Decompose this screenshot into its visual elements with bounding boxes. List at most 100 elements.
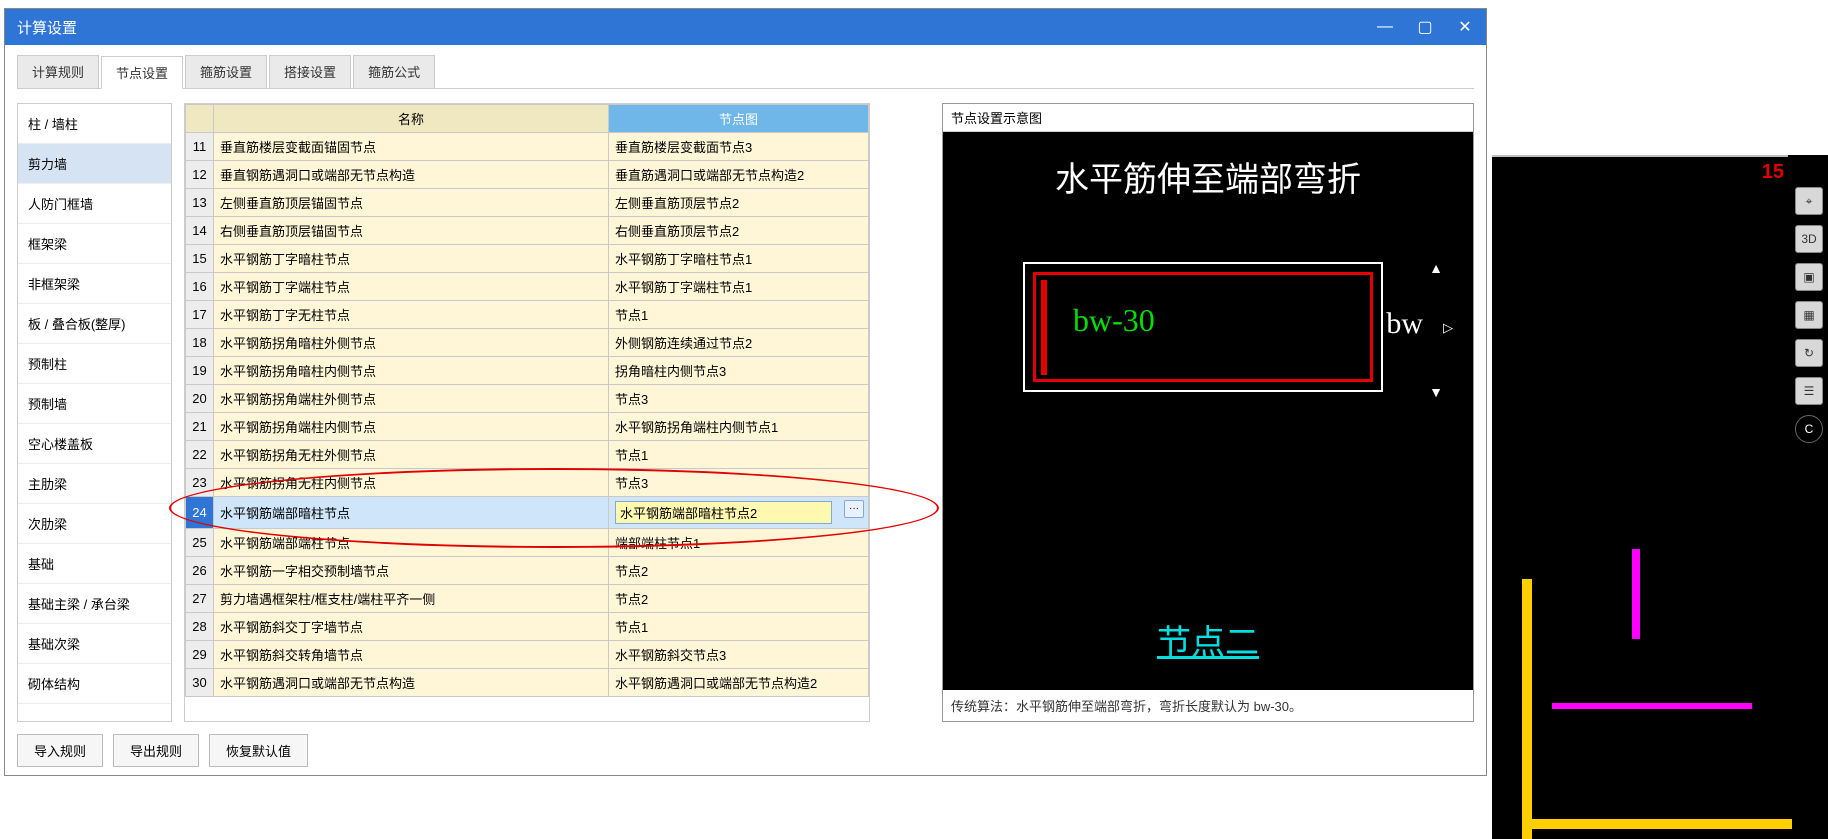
cell-name[interactable]: 水平钢筋拐角无柱外侧节点 — [214, 441, 609, 469]
tab-hoop-settings[interactable]: 箍筋设置 — [185, 55, 267, 88]
cell-diagram[interactable]: 水平钢筋丁字端柱节点1 — [609, 273, 869, 301]
cell-name[interactable]: 水平钢筋拐角端柱外侧节点 — [214, 385, 609, 413]
table-row[interactable]: 29水平钢筋斜交转角墙节点水平钢筋斜交节点3 — [186, 641, 869, 669]
cell-name[interactable]: 水平钢筋端部端柱节点 — [214, 529, 609, 557]
sidebar-item-hollow-slab[interactable]: 空心楼盖板 — [18, 424, 171, 464]
diagram-node-label[interactable]: 节点二 — [943, 615, 1473, 664]
minimize-button[interactable]: — — [1376, 18, 1394, 36]
table-row[interactable]: 28水平钢筋斜交丁字墙节点节点1 — [186, 613, 869, 641]
cell-diagram[interactable]: 垂直筋遇洞口或端部无节点构造2 — [609, 161, 869, 189]
cell-name[interactable]: 水平钢筋斜交转角墙节点 — [214, 641, 609, 669]
sidebar-item-defense-door[interactable]: 人防门框墙 — [18, 184, 171, 224]
cell-diagram[interactable]: 节点1 — [609, 301, 869, 329]
cell-name[interactable]: 右侧垂直筋顶层锚固节点 — [214, 217, 609, 245]
table-row[interactable]: 26水平钢筋一字相交预制墙节点节点2 — [186, 557, 869, 585]
table-row[interactable]: 23水平钢筋拐角无柱内侧节点节点3 — [186, 469, 869, 497]
cell-diagram[interactable]: 水平钢筋拐角端柱内侧节点1 — [609, 413, 869, 441]
table-row[interactable]: 11垂直筋楼层变截面锚固节点垂直筋楼层变截面节点3 — [186, 133, 869, 161]
cell-name[interactable]: 水平钢筋丁字端柱节点 — [214, 273, 609, 301]
cell-diagram[interactable]: 垂直筋楼层变截面节点3 — [609, 133, 869, 161]
import-rules-button[interactable]: 导入规则 — [17, 734, 103, 767]
cell-name[interactable]: 水平钢筋拐角暗柱内侧节点 — [214, 357, 609, 385]
table-row[interactable]: 27剪力墙遇框架柱/框支柱/端柱平齐一侧节点2 — [186, 585, 869, 613]
export-rules-button[interactable]: 导出规则 — [113, 734, 199, 767]
sidebar-item-nonframe-beam[interactable]: 非框架梁 — [18, 264, 171, 304]
cell-diagram-edit[interactable]: 水平钢筋端部暗柱节点2 — [615, 501, 832, 524]
table-row[interactable]: 19水平钢筋拐角暗柱内侧节点拐角暗柱内侧节点3 — [186, 357, 869, 385]
cad-tool-icon[interactable]: ▦ — [1795, 301, 1823, 329]
cell-diagram[interactable]: 水平钢筋斜交节点3 — [609, 641, 869, 669]
cell-diagram[interactable]: 节点3 — [609, 469, 869, 497]
close-button[interactable]: ✕ — [1456, 18, 1474, 36]
tab-calc-rules[interactable]: 计算规则 — [17, 55, 99, 88]
cell-diagram[interactable]: 水平钢筋遇洞口或端部无节点构造2 — [609, 669, 869, 697]
restore-default-button[interactable]: 恢复默认值 — [209, 734, 308, 767]
sidebar-item-slab[interactable]: 板 / 叠合板(整厚) — [18, 304, 171, 344]
cad-tool-icon[interactable]: ⌖ — [1795, 187, 1823, 215]
table-row[interactable]: 13左侧垂直筋顶层锚固节点左侧垂直筋顶层节点2 — [186, 189, 869, 217]
cell-name[interactable]: 水平钢筋端部暗柱节点 — [214, 497, 609, 529]
cell-name[interactable]: 水平钢筋拐角无柱内侧节点 — [214, 469, 609, 497]
cell-name[interactable]: 水平钢筋丁字无柱节点 — [214, 301, 609, 329]
cell-name[interactable]: 垂直钢筋遇洞口或端部无节点构造 — [214, 161, 609, 189]
browse-button[interactable]: ··· — [844, 500, 864, 518]
table-row[interactable]: 30水平钢筋遇洞口或端部无节点构造水平钢筋遇洞口或端部无节点构造2 — [186, 669, 869, 697]
cell-diagram[interactable]: 节点1 — [609, 441, 869, 469]
table-row[interactable]: 22水平钢筋拐角无柱外侧节点节点1 — [186, 441, 869, 469]
table-row[interactable]: 17水平钢筋丁字无柱节点节点1 — [186, 301, 869, 329]
cell-name[interactable]: 水平钢筋遇洞口或端部无节点构造 — [214, 669, 609, 697]
table-row[interactable]: 12垂直钢筋遇洞口或端部无节点构造垂直筋遇洞口或端部无节点构造2 — [186, 161, 869, 189]
table-row[interactable]: 15水平钢筋丁字暗柱节点水平钢筋丁字暗柱节点1 — [186, 245, 869, 273]
cell-diagram[interactable]: 水平钢筋端部暗柱节点2 ··· — [609, 497, 869, 529]
cell-diagram[interactable]: 外侧钢筋连续通过节点2 — [609, 329, 869, 357]
cad-tool-icon[interactable]: ▣ — [1795, 263, 1823, 291]
sidebar-item-masonry[interactable]: 砌体结构 — [18, 664, 171, 704]
sidebar-item-precast-column[interactable]: 预制柱 — [18, 344, 171, 384]
sidebar-item-main-rib[interactable]: 主肋梁 — [18, 464, 171, 504]
cell-diagram[interactable]: 节点1 — [609, 613, 869, 641]
cell-diagram[interactable]: 端部端柱节点1 — [609, 529, 869, 557]
column-header-name[interactable]: 名称 — [214, 105, 609, 133]
cell-name[interactable]: 垂直筋楼层变截面锚固节点 — [214, 133, 609, 161]
sidebar-item-foundation-main-beam[interactable]: 基础主梁 / 承台梁 — [18, 584, 171, 624]
table-row[interactable]: 16水平钢筋丁字端柱节点水平钢筋丁字端柱节点1 — [186, 273, 869, 301]
sidebar-item-precast-wall[interactable]: 预制墙 — [18, 384, 171, 424]
cad-number: 15 — [1762, 161, 1784, 184]
cell-diagram[interactable]: 左侧垂直筋顶层节点2 — [609, 189, 869, 217]
cell-diagram[interactable]: 节点2 — [609, 557, 869, 585]
cad-tool-icon[interactable]: ↻ — [1795, 339, 1823, 367]
cell-diagram[interactable]: 水平钢筋丁字暗柱节点1 — [609, 245, 869, 273]
column-header-diagram[interactable]: 节点图 — [609, 105, 869, 133]
cell-name[interactable]: 剪力墙遇框架柱/框支柱/端柱平齐一侧 — [214, 585, 609, 613]
tab-lap-settings[interactable]: 搭接设置 — [269, 55, 351, 88]
table-row[interactable]: 14右侧垂直筋顶层锚固节点右侧垂直筋顶层节点2 — [186, 217, 869, 245]
sidebar-item-shearwall[interactable]: 剪力墙 — [18, 144, 171, 184]
sidebar-item-column[interactable]: 柱 / 墙柱 — [18, 104, 171, 144]
sidebar-item-foundation-sub-beam[interactable]: 基础次梁 — [18, 624, 171, 664]
cell-name[interactable]: 水平钢筋拐角暗柱外侧节点 — [214, 329, 609, 357]
cell-diagram[interactable]: 右侧垂直筋顶层节点2 — [609, 217, 869, 245]
cell-name[interactable]: 水平钢筋斜交丁字墙节点 — [214, 613, 609, 641]
table-row[interactable]: 21水平钢筋拐角端柱内侧节点水平钢筋拐角端柱内侧节点1 — [186, 413, 869, 441]
cad-c-icon[interactable]: C — [1795, 415, 1823, 443]
sidebar-item-sub-rib[interactable]: 次肋梁 — [18, 504, 171, 544]
table-row[interactable]: 20水平钢筋拐角端柱外侧节点节点3 — [186, 385, 869, 413]
sidebar-item-frame-beam[interactable]: 框架梁 — [18, 224, 171, 264]
cad-tool-icon[interactable]: 3D — [1795, 225, 1823, 253]
cell-name[interactable]: 水平钢筋拐角端柱内侧节点 — [214, 413, 609, 441]
cell-diagram[interactable]: 节点3 — [609, 385, 869, 413]
cad-tool-icon[interactable]: ☰ — [1795, 377, 1823, 405]
cell-name[interactable]: 水平钢筋一字相交预制墙节点 — [214, 557, 609, 585]
cell-name[interactable]: 左侧垂直筋顶层锚固节点 — [214, 189, 609, 217]
sidebar-item-foundation[interactable]: 基础 — [18, 544, 171, 584]
table-row[interactable]: 24水平钢筋端部暗柱节点水平钢筋端部暗柱节点2··· — [186, 497, 869, 529]
cell-diagram[interactable]: 节点2 — [609, 585, 869, 613]
tab-hoop-formula[interactable]: 箍筋公式 — [353, 55, 435, 88]
row-number: 18 — [186, 329, 214, 357]
cell-diagram[interactable]: 拐角暗柱内侧节点3 — [609, 357, 869, 385]
cell-name[interactable]: 水平钢筋丁字暗柱节点 — [214, 245, 609, 273]
maximize-button[interactable]: ▢ — [1416, 18, 1434, 36]
tab-node-settings[interactable]: 节点设置 — [101, 56, 183, 89]
table-row[interactable]: 25水平钢筋端部端柱节点端部端柱节点1 — [186, 529, 869, 557]
table-row[interactable]: 18水平钢筋拐角暗柱外侧节点外侧钢筋连续通过节点2 — [186, 329, 869, 357]
